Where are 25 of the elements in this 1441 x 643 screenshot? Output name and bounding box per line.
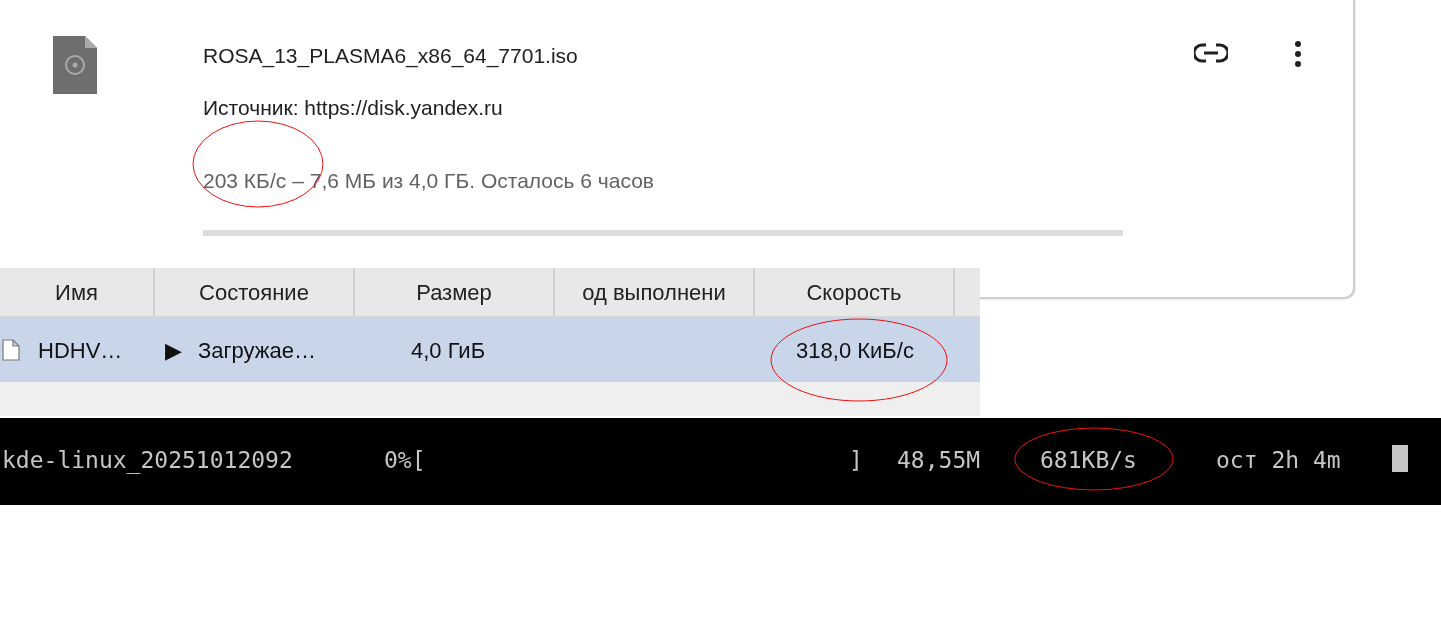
table-cell: 4,0 ГиБ <box>411 337 486 363</box>
eta-text: ост 2h 4m <box>1216 446 1341 475</box>
column-header[interactable]: Состояние <box>155 268 355 316</box>
table-cell-text: Загружае… <box>198 336 316 365</box>
downloaded-size: 48,55M <box>897 446 981 475</box>
table-cell: 318,0 КиБ/с <box>796 337 914 363</box>
play-icon: ▶ <box>165 333 182 367</box>
file-icon <box>2 339 20 361</box>
source-text: Источник: https://disk.yandex.ru <box>203 95 503 121</box>
cursor <box>1392 445 1408 472</box>
disc-file-icon <box>53 36 97 94</box>
link-icon[interactable] <box>1194 43 1228 63</box>
column-header[interactable]: Скорость <box>755 268 955 316</box>
column-header[interactable]: Размер <box>355 268 555 316</box>
download-speed: 681KB/s <box>1040 447 1137 473</box>
more-options-icon[interactable] <box>1293 40 1303 68</box>
download-speed: 203 КБ/с <box>203 169 287 192</box>
bracket-text: ] <box>849 446 863 475</box>
column-header[interactable]: од выполнени <box>555 268 755 316</box>
file-name: kde-linux_20251012092 <box>2 446 293 476</box>
percent-text: 0%[ <box>384 446 426 475</box>
table-row[interactable]: HDHV… ▶ Загружае… 4,0 ГиБ 318,0 КиБ/с <box>0 318 980 382</box>
table-cell-text: HDHV… <box>38 336 123 365</box>
file-name[interactable]: ROSA_13_PLASMA6_x86_64_7701.iso <box>203 40 578 72</box>
column-header[interactable]: Имя <box>0 268 155 316</box>
